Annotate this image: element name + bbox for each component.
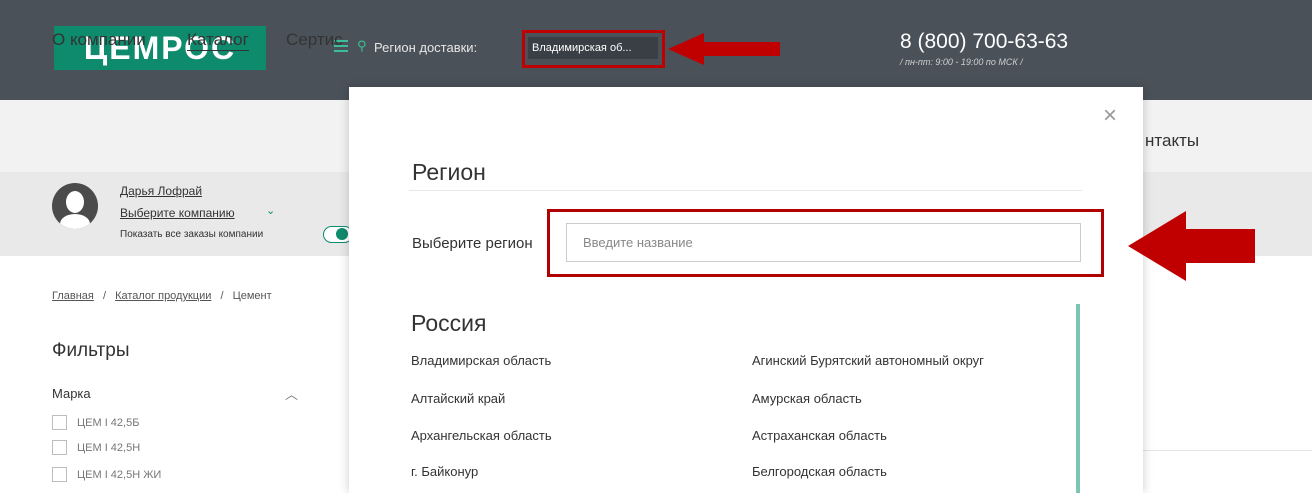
location-pin-icon: ⚲	[357, 38, 367, 53]
choose-region-label: Выберите регион	[412, 235, 533, 252]
filter-option[interactable]: ЦЕМ I 42,5Н ЖИ	[52, 467, 161, 482]
chevron-up-icon[interactable]: ︿	[285, 384, 298, 403]
delivery-region-label: Регион доставки:	[374, 40, 478, 55]
nav-item-catalog[interactable]: Каталог	[187, 30, 249, 51]
region-item[interactable]: Владимирская область	[411, 353, 551, 368]
breadcrumb: Главная / Каталог продукции / Цемент	[52, 290, 272, 302]
checkbox[interactable]	[52, 440, 67, 455]
checkbox[interactable]	[52, 415, 67, 430]
close-icon[interactable]: ×	[1103, 104, 1117, 128]
show-company-orders-label: Показать все заказы компании	[120, 229, 264, 240]
filter-option[interactable]: ЦЕМ I 42,5Б	[52, 415, 139, 430]
phone-number[interactable]: 8 (800) 700-63-63	[900, 30, 1068, 54]
region-item[interactable]: Алтайский край	[411, 391, 505, 406]
breadcrumb-current: Цемент	[232, 290, 272, 302]
work-hours: / пн-пт: 9:00 - 19:00 по МСК /	[900, 57, 1023, 67]
modal-title: Регион	[412, 159, 486, 185]
breadcrumb-separator: /	[220, 290, 224, 302]
nav-item-contacts[interactable]: нтакты	[1145, 131, 1199, 151]
brand-filter-title[interactable]: Марка	[52, 386, 91, 401]
region-list-scrollbar[interactable]	[1076, 304, 1080, 493]
breadcrumb-home[interactable]: Главная	[52, 290, 94, 302]
checkbox[interactable]	[52, 467, 67, 482]
user-name-link[interactable]: Дарья Лофрай	[120, 184, 202, 198]
filter-option-label: ЦЕМ I 42,5Н	[77, 441, 141, 454]
region-item[interactable]: Агинский Бурятский автономный округ	[752, 353, 984, 368]
region-item[interactable]: Астраханская область	[752, 428, 887, 443]
highlight-box-search	[547, 209, 1104, 277]
divider	[409, 190, 1082, 191]
annotation-arrow-top	[668, 33, 780, 65]
region-item[interactable]: Белгородская область	[752, 464, 887, 479]
filters-title: Фильтры	[52, 340, 130, 361]
breadcrumb-catalog[interactable]: Каталог продукции	[115, 290, 211, 302]
nav-item-certificates[interactable]: Сертис	[286, 30, 343, 50]
avatar[interactable]	[52, 183, 98, 229]
nav-item-about[interactable]: О компании	[52, 30, 146, 50]
country-heading: Россия	[411, 310, 487, 336]
divider	[1143, 450, 1312, 451]
chevron-down-icon[interactable]: ⌄	[266, 204, 275, 217]
annotation-arrow-right	[1128, 211, 1255, 281]
breadcrumb-separator: /	[102, 290, 106, 302]
filter-option-label: ЦЕМ I 42,5Б	[77, 416, 140, 429]
region-item[interactable]: г. Байконур	[411, 464, 478, 479]
filter-option-label: ЦЕМ I 42,5Н ЖИ	[77, 468, 162, 481]
filter-option[interactable]: ЦЕМ I 42,5Н	[52, 440, 140, 455]
highlight-box-region	[522, 30, 665, 68]
region-item[interactable]: Архангельская область	[411, 428, 552, 443]
region-item[interactable]: Амурская область	[752, 391, 862, 406]
select-company-link[interactable]: Выберите компанию	[120, 206, 235, 220]
